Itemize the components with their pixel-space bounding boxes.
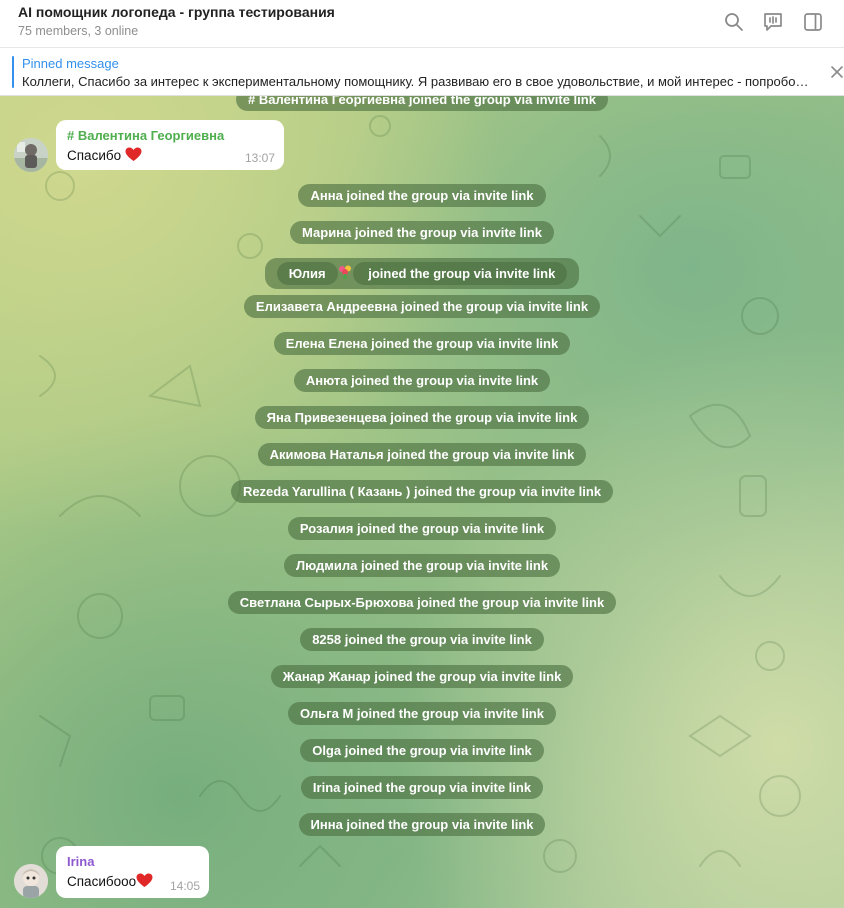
- pinned-accent-bar: [12, 56, 14, 88]
- message-text: Спасибо: [67, 147, 142, 163]
- search-icon: [725, 13, 743, 31]
- service-message: Елизавета Андреевна joined the group via…: [0, 295, 844, 318]
- service-message-text: Светлана Сырых-Брюхова joined the group …: [227, 591, 617, 614]
- service-message-text: Марина joined the group via invite link: [290, 221, 554, 244]
- service-message: Жанар Жанар joined the group via invite …: [0, 665, 844, 688]
- service-message-text: Анна joined the group via invite link: [298, 184, 546, 207]
- voice-chat-icon: [764, 13, 782, 31]
- service-message: Irina joined the group via invite link: [0, 776, 844, 799]
- service-message-text: 8258 joined the group via invite link: [300, 628, 544, 651]
- message-text-content: Спасибо: [67, 148, 122, 163]
- service-message-text: Olga joined the group via invite link: [300, 739, 544, 762]
- service-message-text: Елизавета Андреевна joined the group via…: [243, 295, 601, 318]
- service-message-text: Елена Елена joined the group via invite …: [273, 332, 571, 355]
- avatar[interactable]: [14, 138, 48, 172]
- message-text: Спасибооо: [67, 873, 153, 889]
- service-message-text: # Валентина Георгиевна joined the group …: [236, 96, 608, 111]
- service-message: Olga joined the group via invite link: [0, 739, 844, 762]
- service-message-suffix: joined the group via invite link: [352, 262, 568, 285]
- message-author[interactable]: # Валентина Георгиевна: [67, 128, 224, 143]
- service-message-text: Ольга М joined the group via invite link: [288, 702, 556, 725]
- message-bubble[interactable]: Irina Спасибооо 14:05: [56, 846, 209, 898]
- service-message: Инна joined the group via invite link: [0, 813, 844, 836]
- service-message: Акимова Наталья joined the group via inv…: [0, 443, 844, 466]
- service-message-text: Людмила joined the group via invite link: [283, 554, 561, 577]
- message-author[interactable]: Irina: [67, 854, 94, 869]
- service-message: Елена Елена joined the group via invite …: [0, 332, 844, 355]
- service-message: Юлия joined the group via invite link: [0, 258, 844, 289]
- service-message: Ольга М joined the group via invite link: [0, 702, 844, 725]
- service-message-text: Инна joined the group via invite link: [298, 813, 546, 836]
- service-message: Светлана Сырых-Брюхова joined the group …: [0, 591, 844, 614]
- message-time: 14:05: [169, 879, 200, 893]
- service-message: Марина joined the group via invite link: [0, 221, 844, 244]
- service-message-text: Яна Привезенцева joined the group via in…: [254, 406, 590, 429]
- service-message: Анна joined the group via invite link: [0, 184, 844, 207]
- bouquet-icon: [338, 265, 351, 279]
- avatar[interactable]: [14, 864, 48, 898]
- close-icon[interactable]: [830, 64, 844, 80]
- message-time: 13:07: [244, 151, 275, 165]
- pinned-message[interactable]: Pinned message Коллеги, Спасибо за интер…: [0, 48, 844, 96]
- service-message: Яна Привезенцева joined the group via in…: [0, 406, 844, 429]
- service-message: Анюта joined the group via invite link: [0, 369, 844, 392]
- service-message: Людмила joined the group via invite link: [0, 554, 844, 577]
- service-message: Rezeda Yarullina ( Казань ) joined the g…: [0, 480, 844, 503]
- service-message-partial: # Валентина Георгиевна joined the group …: [0, 96, 844, 111]
- service-message-text: Розалия joined the group via invite link: [287, 517, 557, 540]
- message-text-content: Спасибооо: [67, 874, 137, 889]
- sidebar-toggle-icon: [804, 13, 822, 31]
- pinned-message-label: Pinned message: [22, 56, 119, 71]
- voice-chat-button[interactable]: [761, 10, 785, 34]
- sidebar-toggle-button[interactable]: [801, 10, 825, 34]
- heart-icon: [136, 873, 153, 887]
- user-photo: [14, 138, 48, 172]
- member-count: 75 members, 3 online: [18, 24, 139, 38]
- service-message-text: Rezeda Yarullina ( Казань ) joined the g…: [230, 480, 614, 503]
- service-message-name: Юлия: [276, 262, 338, 285]
- chat-history[interactable]: # Валентина Георгиевна joined the group …: [0, 96, 844, 908]
- service-message-text: Акимова Наталья joined the group via inv…: [257, 443, 587, 466]
- service-message-text: Юлия joined the group via invite link: [264, 258, 580, 289]
- user-photo: [14, 864, 48, 898]
- pinned-message-text: Коллеги, Спасибо за интерес к эксперимен…: [22, 74, 812, 89]
- chat-title[interactable]: AI помощник логопеда - группа тестирован…: [18, 4, 335, 20]
- search-button[interactable]: [722, 10, 746, 34]
- service-message-text: Irina joined the group via invite link: [300, 776, 544, 799]
- service-message: 8258 joined the group via invite link: [0, 628, 844, 651]
- service-message-text: Анюта joined the group via invite link: [293, 369, 551, 392]
- heart-icon: [125, 147, 142, 161]
- service-message: Розалия joined the group via invite link: [0, 517, 844, 540]
- chat-header[interactable]: AI помощник логопеда - группа тестирован…: [0, 0, 844, 48]
- service-message-text: Жанар Жанар joined the group via invite …: [270, 665, 574, 688]
- message-bubble[interactable]: # Валентина Георгиевна Спасибо 13:07: [56, 120, 284, 170]
